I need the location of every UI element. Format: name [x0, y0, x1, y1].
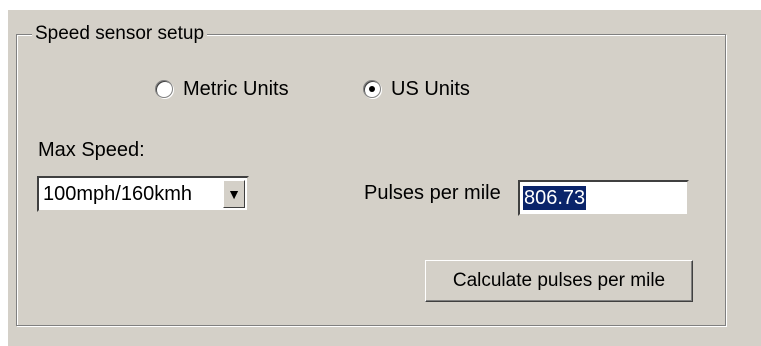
metric-units-radio[interactable]: Metric Units	[155, 77, 289, 101]
calculate-pulses-button[interactable]: Calculate pulses per mile	[425, 260, 693, 302]
pulses-per-mile-label: Pulses per mile	[364, 182, 501, 204]
metric-radio-indicator[interactable]	[155, 80, 173, 98]
max-speed-label: Max Speed:	[38, 139, 145, 161]
pulses-per-mile-input[interactable]: 806.73	[518, 180, 689, 216]
speed-sensor-group-title: Speed sensor setup	[32, 22, 208, 46]
max-speed-select[interactable]: 100mph/160kmh ▼	[37, 176, 249, 212]
max-speed-selected-value: 100mph/160kmh	[43, 183, 192, 205]
pulses-per-mile-value: 806.73	[523, 186, 587, 210]
metric-units-label: Metric Units	[183, 78, 289, 100]
us-units-radio[interactable]: US Units	[363, 77, 470, 101]
us-radio-indicator[interactable]	[363, 80, 381, 98]
dropdown-arrow-icon[interactable]: ▼	[223, 180, 245, 208]
us-units-label: US Units	[391, 78, 470, 100]
